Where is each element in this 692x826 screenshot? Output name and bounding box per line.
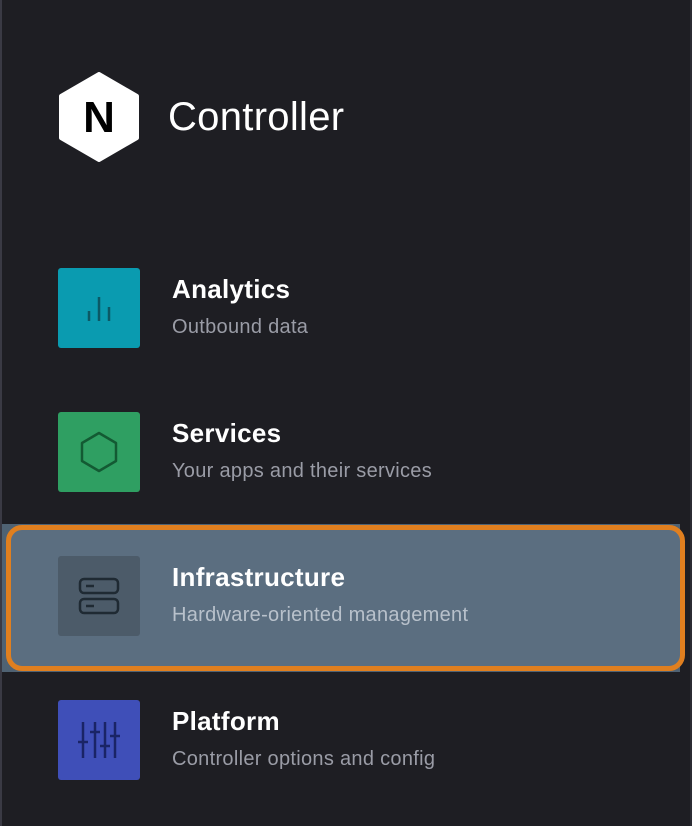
nav-item-analytics[interactable]: Analytics Outbound data xyxy=(2,244,692,388)
brand-header[interactable]: N Controller xyxy=(58,72,344,162)
nav-item-label: Platform xyxy=(172,706,280,736)
hexagon-icon xyxy=(80,431,118,473)
nav-item-services[interactable]: Services Your apps and their services xyxy=(2,388,692,532)
sliders-icon xyxy=(78,722,120,758)
nav-item-label: Analytics xyxy=(172,274,291,304)
nav-item-subtitle: Controller options and config xyxy=(172,748,436,770)
logo-letter: N xyxy=(83,93,115,142)
app-title: Controller xyxy=(168,94,345,139)
bar-chart-icon xyxy=(87,297,111,321)
analytics-tile xyxy=(58,268,140,348)
navigation-panel: N Controller Analytics Outbound data Ser… xyxy=(0,0,692,826)
nav-item-subtitle: Hardware-oriented management xyxy=(172,604,469,626)
nav-item-subtitle: Your apps and their services xyxy=(172,460,433,482)
infrastructure-tile xyxy=(58,556,140,636)
nav-item-label: Infrastructure xyxy=(172,562,346,592)
nginx-logo-icon: N xyxy=(59,72,139,162)
nav-item-platform[interactable]: Platform Controller options and config xyxy=(2,676,692,820)
services-tile xyxy=(58,412,140,492)
server-icon xyxy=(78,577,120,615)
nav-item-label: Services xyxy=(172,418,282,448)
platform-tile xyxy=(58,700,140,780)
nav-item-infrastructure[interactable]: Infrastructure Hardware-oriented managem… xyxy=(2,532,692,676)
nav-item-subtitle: Outbound data xyxy=(172,316,309,338)
